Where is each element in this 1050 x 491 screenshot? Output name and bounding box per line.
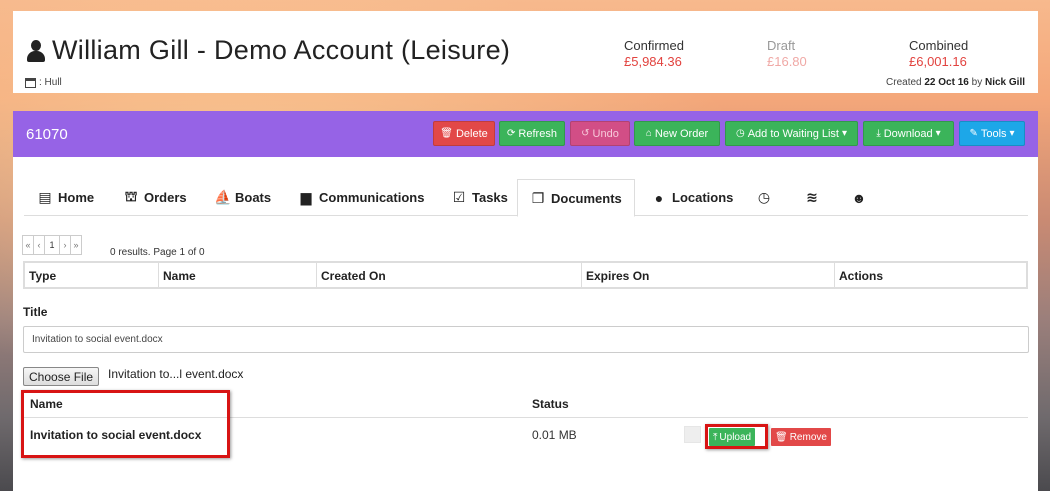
created-by-prefix: by [971,77,983,88]
page-number-button[interactable]: 1 [44,235,60,255]
column-header[interactable]: Type [25,263,159,287]
tab-label: Tasks [472,190,508,205]
undo-icon: ↺ [581,128,590,139]
tab-home[interactable]: ▤ Home [25,179,106,216]
caret-down-icon: ▾ [842,128,848,139]
refresh-button[interactable]: ⟳ Refresh [499,121,565,146]
head-icon: ☻ [851,189,867,206]
stat-label: Confirmed [624,38,684,53]
column-header[interactable]: Name [159,263,317,287]
wand-icon: ✎ [969,128,978,139]
row-checkbox[interactable] [684,426,701,443]
tab-boats[interactable]: ⛵ Boats [202,179,283,216]
trash-icon: 🗑 [775,431,788,443]
documents-icon: ❐ [531,189,545,206]
tab-history[interactable]: ◷ [744,179,784,216]
basket-icon: ⌂ [645,128,652,139]
tab-locations[interactable]: ● Locations [639,179,745,216]
column-header[interactable]: Created On [317,263,582,287]
undo-label: Undo [592,127,619,140]
tab-label: Communications [319,190,425,205]
tab-layers[interactable]: ≋ [792,179,832,216]
created-date: 22 Oct 16 [924,77,969,88]
refresh-icon: ⟳ [507,128,516,139]
caret-down-icon: ▾ [935,128,941,139]
account-title: William Gill - Demo Account (Leisure) [52,35,511,65]
created-by: Nick Gill [984,77,1025,88]
download-label: Download [883,127,933,140]
stat-combined: Combined £6,001.16 [909,38,968,69]
download-icon: ⤓ [876,128,881,139]
last-page-button[interactable]: » [70,235,82,255]
stat-label: Combined [909,38,969,53]
column-header: Status [532,397,569,411]
trash-icon: 🗑 [440,128,453,139]
title-label: Title [23,305,48,319]
account-location: : Hull [25,77,62,88]
location-text: : Hull [39,77,62,88]
clock-icon: ◷ [735,128,745,139]
documents-table-header: Type Name Created On Expires On Actions [23,261,1028,289]
tools-label: Tools [980,127,1007,140]
remove-button[interactable]: 🗑 Remove [771,428,831,446]
column-header[interactable]: Expires On [582,263,835,287]
tab-preferences[interactable]: ☻ [839,179,879,216]
tab-tasks[interactable]: ☑ Tasks [439,179,520,216]
main-panel: 61070 🗑 Delete ⟳ Refresh ↺ Undo ⌂ New Or… [13,111,1038,491]
selected-file-name: Invitation to...l event.docx [108,367,244,381]
tab-label: Boats [235,190,272,205]
stat-value: £16.80 [767,54,807,69]
calendar-icon [25,77,36,88]
stat-value: £5,984.36 [624,54,682,69]
remove-label: Remove [789,431,827,443]
tab-label: Documents [551,190,622,206]
waiting-list-dropdown[interactable]: ◷ Add to Waiting List ▾ [725,121,858,146]
clock-icon: ◷ [757,189,771,205]
comments-icon: ▆ [300,189,312,205]
undo-button[interactable]: ↺ Undo [570,121,630,146]
account-id: 61070 [26,126,68,143]
created-info: Created 22 Oct 16 by Nick Gill [886,77,1025,88]
sailboat-icon: ⛵ [214,189,232,205]
tab-communications[interactable]: ▆ Communications [286,179,436,216]
page-title: William Gill - Demo Account (Leisure) [26,35,510,66]
tab-documents[interactable]: ❐ Documents [517,179,635,217]
tools-dropdown[interactable]: ✎ Tools ▾ [959,121,1025,146]
results-count: 0 results. Page 1 of 0 [110,247,205,258]
pagination: « ‹ 1 › » [22,235,82,255]
waiting-list-label: Add to Waiting List [747,127,839,140]
file-status: 0.01 MB [532,428,577,442]
stat-value: £6,001.16 [909,54,967,69]
download-dropdown[interactable]: ⤓ Download ▾ [863,121,954,146]
delete-label: Delete [455,127,488,140]
account-header: William Gill - Demo Account (Leisure) : … [13,11,1038,93]
delete-button[interactable]: 🗑 Delete [433,121,495,146]
upload-highlight-box [705,424,768,449]
column-header[interactable]: Actions [835,263,1026,287]
stat-label: Draft [767,38,796,53]
account-toolbar: 61070 🗑 Delete ⟳ Refresh ↺ Undo ⌂ New Or… [13,111,1038,157]
globe-icon: ● [654,189,664,206]
new-order-button[interactable]: ⌂ New Order [634,121,720,146]
layers-icon: ≋ [806,189,818,205]
choose-file-button[interactable]: Choose File [23,367,100,386]
caret-down-icon: ▾ [1009,128,1015,139]
tab-label: Orders [144,190,187,205]
tab-label: Locations [672,190,734,205]
tab-label: Home [58,190,95,205]
tab-orders[interactable]: ⛫ Orders [111,179,199,216]
created-prefix: Created [886,77,922,88]
stat-draft: Draft £16.80 [767,38,807,69]
basket-icon: ⛫ [124,188,138,204]
stat-confirmed: Confirmed £5,984.36 [624,38,684,69]
new-order-label: New Order [654,127,709,140]
id-card-icon: ▤ [38,189,52,205]
title-input[interactable] [23,326,1029,353]
user-icon [26,39,46,62]
task-check-icon: ☑ [452,189,466,205]
refresh-label: Refresh [518,127,557,140]
account-tabs: ▤ Home ⛫ Orders ⛵ Boats ▆ Communications… [24,179,1028,217]
name-highlight-box [21,390,230,458]
